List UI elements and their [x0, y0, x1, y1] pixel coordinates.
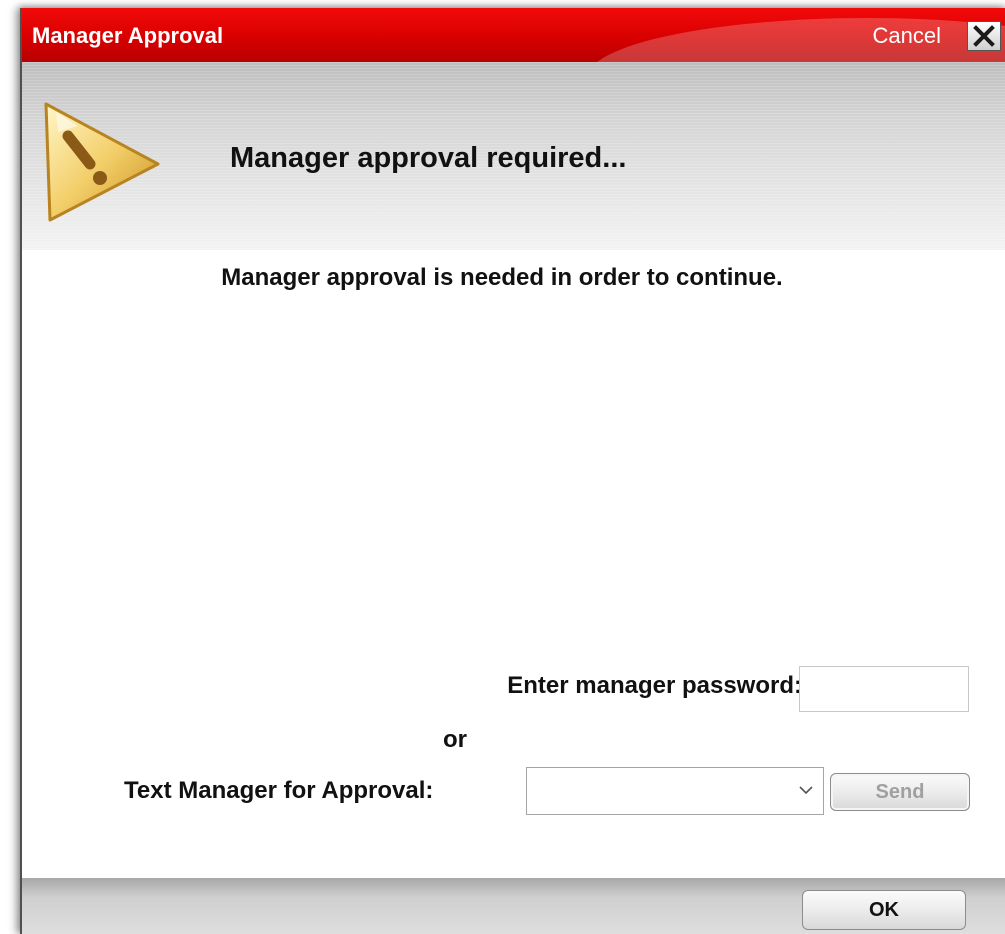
footer-bar: OK [22, 878, 1005, 934]
manager-select[interactable] [526, 767, 824, 815]
header-title: Manager approval required... [230, 142, 627, 174]
approval-message: Manager approval is needed in order to c… [221, 264, 783, 291]
chevron-down-icon [799, 786, 813, 795]
ok-button[interactable]: OK [802, 890, 966, 930]
title-bar: Manager Approval Cancel [22, 8, 1005, 62]
header-band: Manager approval required... [22, 62, 1005, 250]
or-label: or [443, 726, 467, 753]
send-button[interactable]: Send [830, 773, 970, 811]
close-button[interactable] [967, 21, 1001, 51]
text-manager-label: Text Manager for Approval: [124, 777, 434, 804]
password-label: Enter manager password: [507, 672, 802, 699]
password-input[interactable] [799, 666, 969, 712]
warning-icon [44, 102, 160, 222]
title-bar-highlight [587, 18, 1005, 62]
manager-approval-dialog: Manager Approval Cancel Manager approval… [20, 8, 1005, 934]
cancel-link[interactable]: Cancel [873, 23, 941, 49]
close-icon [973, 25, 995, 47]
dialog-title: Manager Approval [32, 23, 224, 48]
